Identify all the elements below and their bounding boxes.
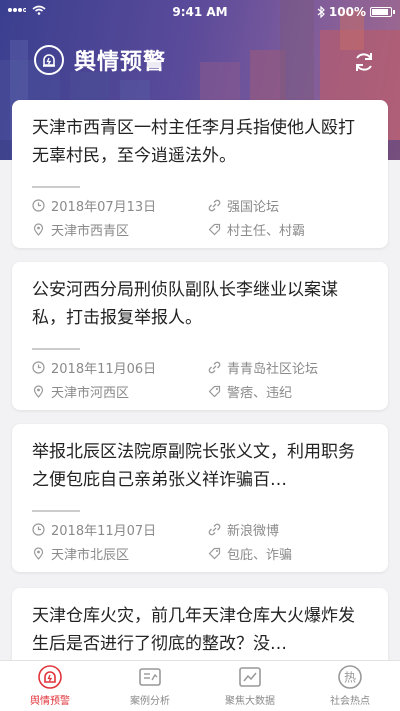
clock-icon	[32, 523, 45, 536]
tab-case-analysis[interactable]: 案例分析	[100, 661, 200, 711]
card-title: 举报北辰区法院原副院长张义文，利用职务之便包庇自己亲弟张义祥诈骗百…	[32, 442, 355, 490]
card-location: 天津市西青区	[51, 224, 130, 239]
case-analysis-icon	[139, 668, 161, 686]
clock-icon	[32, 361, 45, 374]
link-icon	[208, 361, 221, 374]
location-icon	[33, 547, 44, 560]
location-icon	[33, 385, 44, 398]
card-source[interactable]: 青青岛社区论坛	[227, 358, 318, 377]
card-date: 2018年07月13日	[51, 200, 157, 215]
card-title: 天津市西青区一村主任李月兵指使他人殴打无辜村民，至今逍遥法外。	[32, 118, 355, 166]
alarm-icon	[34, 45, 64, 75]
alert-card[interactable]: 天津仓库火灾，前几年天津仓库大火爆炸发生后是否进行了彻底的整改？没…	[12, 588, 388, 660]
location-icon	[33, 223, 44, 236]
link-icon	[208, 523, 221, 536]
card-source[interactable]: 强国论坛	[227, 196, 279, 215]
hot-icon: 热	[338, 665, 362, 689]
card-divider	[32, 186, 80, 188]
clock-icon	[32, 199, 45, 212]
card-date: 2018年11月07日	[51, 524, 157, 539]
tab-label: 案例分析	[130, 696, 170, 707]
link-icon	[208, 199, 221, 212]
bluetooth-icon	[317, 6, 325, 18]
tab-label: 社会热点	[330, 696, 370, 707]
tab-hot-topics[interactable]: 热 社会热点	[300, 661, 400, 711]
card-divider	[32, 510, 80, 512]
tag-icon	[208, 547, 221, 560]
refresh-icon[interactable]	[352, 50, 376, 74]
card-location: 天津市北辰区	[51, 548, 130, 563]
tab-label: 舆情预警	[30, 696, 70, 707]
card-tags: 警痞、违纪	[227, 386, 293, 401]
card-divider	[32, 348, 80, 350]
chart-icon	[239, 667, 261, 687]
page-title: 舆情预警	[74, 50, 167, 75]
card-date: 2018年11月06日	[51, 362, 157, 377]
tab-label: 聚焦大数据	[225, 696, 275, 707]
card-tags: 村主任、村霸	[227, 224, 306, 239]
alert-card[interactable]: 天津市西青区一村主任李月兵指使他人殴打无辜村民，至今逍遥法外。 2018年07月…	[12, 100, 388, 248]
tab-big-data[interactable]: 聚焦大数据	[200, 661, 300, 711]
alarm-icon	[38, 665, 62, 689]
svg-text:热: 热	[344, 671, 356, 685]
battery-icon	[370, 7, 395, 17]
card-source[interactable]: 新浪微博	[227, 520, 279, 539]
card-title: 天津仓库火灾，前几年天津仓库大火爆炸发生后是否进行了彻底的整改？没…	[32, 606, 355, 654]
status-bar: 9:41 AM 100%	[0, 0, 400, 24]
card-tags: 包庇、诈骗	[227, 548, 293, 563]
card-title: 公安河西分局刑侦队副队长李继业以案谋私，打击报复举报人。	[32, 280, 338, 328]
tab-alerts[interactable]: 舆情预警	[0, 661, 100, 711]
alert-card[interactable]: 举报北辰区法院原副院长张义文，利用职务之便包庇自己亲弟张义祥诈骗百… 2018年…	[12, 424, 388, 572]
card-location: 天津市河西区	[51, 386, 130, 401]
tag-icon	[208, 223, 221, 236]
alert-card[interactable]: 公安河西分局刑侦队副队长李继业以案谋私，打击报复举报人。 2018年11月06日…	[12, 262, 388, 410]
battery-percent: 100%	[328, 5, 366, 19]
tag-icon	[208, 385, 221, 398]
bottom-tab-bar: 舆情预警 案例分析 聚焦大数据 热 社会热点	[0, 660, 400, 711]
